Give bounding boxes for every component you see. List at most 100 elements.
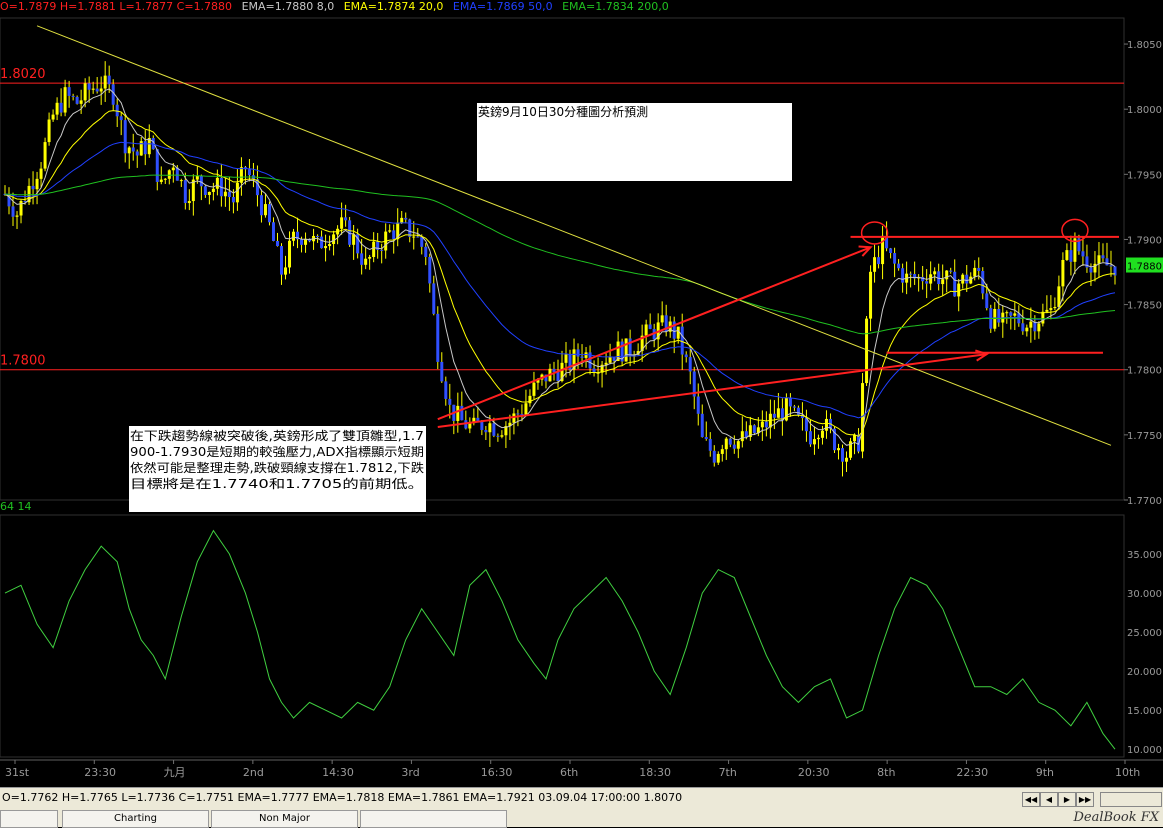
candle-body bbox=[432, 283, 436, 314]
price-tick-label: 1.8000 bbox=[1127, 105, 1162, 116]
price-tick-label: 1.7950 bbox=[1127, 170, 1162, 181]
tab-non-major[interactable]: Non Major bbox=[211, 810, 358, 828]
time-tick-label: 3rd bbox=[401, 766, 419, 779]
price-tick-label: 1.7900 bbox=[1127, 235, 1162, 246]
candle-body bbox=[1029, 321, 1033, 328]
candle-body bbox=[877, 257, 881, 265]
price-tick-label: 1.7700 bbox=[1127, 496, 1162, 507]
candle-body bbox=[235, 182, 239, 203]
candle-body bbox=[267, 204, 271, 223]
candle-body bbox=[55, 102, 59, 115]
adx-tick-label: 15.000 bbox=[1127, 706, 1162, 717]
candle-body bbox=[79, 100, 83, 104]
candle-body bbox=[949, 270, 953, 272]
scroll-start-button[interactable]: ◀◀ bbox=[1022, 792, 1040, 807]
tab-blank-1[interactable] bbox=[0, 810, 58, 828]
annotation-text-line: 依然可能是整理走勢,跌破頸線支撐在1.7812,下跌 bbox=[130, 460, 424, 475]
candle-body bbox=[688, 357, 692, 372]
title-box-text: 英鎊9月10日30分種圖分析預測 bbox=[478, 104, 648, 119]
candle-body bbox=[131, 147, 135, 152]
candle-body bbox=[1021, 323, 1025, 332]
candle-body bbox=[11, 206, 15, 217]
candle-body bbox=[424, 246, 428, 257]
candle-body bbox=[700, 413, 704, 438]
candle-body bbox=[752, 425, 756, 434]
candle-body bbox=[1045, 309, 1049, 312]
candle-body bbox=[512, 413, 516, 423]
scroll-left-button[interactable]: ◀ bbox=[1040, 792, 1058, 807]
candle-body bbox=[680, 326, 684, 355]
candle-body bbox=[1065, 250, 1069, 260]
candle-body bbox=[135, 151, 139, 156]
annotation-text-line: 目標將是在1.7740和1.7705的前期低。 bbox=[130, 476, 424, 491]
time-tick-label: 20:30 bbox=[798, 766, 830, 779]
candle-body bbox=[159, 179, 163, 182]
candle-body bbox=[123, 120, 127, 154]
candle-body bbox=[760, 421, 764, 428]
current-price-label: 1.7880 bbox=[1127, 262, 1162, 273]
candle-body bbox=[873, 257, 877, 272]
candle-body bbox=[31, 185, 35, 190]
candle-body bbox=[556, 371, 560, 382]
chart-canvas[interactable]: 1.8020 1.7800 1.8050 1.8000 1.7950 1.7900 1.7… bbox=[0, 0, 1163, 827]
candle-body bbox=[1089, 267, 1093, 273]
candle-body bbox=[231, 197, 235, 203]
candle-body bbox=[957, 283, 961, 297]
candle-body bbox=[275, 240, 279, 247]
candle-body bbox=[67, 87, 71, 96]
time-tick-label: 九月 bbox=[164, 766, 186, 779]
candle-body bbox=[211, 188, 215, 192]
candle-body bbox=[1105, 258, 1109, 266]
chart-header: O=1.7879 H=1.7881 L=1.7877 C=1.7880 EMA=… bbox=[0, 0, 1163, 18]
candle-body bbox=[127, 147, 131, 154]
candle-body bbox=[163, 178, 167, 180]
ohlc-readout: O=1.7879 H=1.7881 L=1.7877 C=1.7880 bbox=[0, 0, 233, 13]
top-circle-1 bbox=[860, 221, 889, 245]
candle-body bbox=[460, 405, 464, 421]
time-tick-label: 6th bbox=[560, 766, 578, 779]
candle-body bbox=[740, 431, 744, 442]
candle-body bbox=[179, 180, 183, 182]
candle-body bbox=[524, 403, 528, 415]
adx-line bbox=[4, 529, 1116, 750]
candle-body bbox=[985, 293, 989, 309]
candle-body bbox=[628, 338, 632, 357]
time-tick-label: 18:30 bbox=[639, 766, 671, 779]
tab-charting[interactable]: Charting bbox=[62, 810, 209, 828]
ema50-line bbox=[4, 141, 1116, 419]
candle-body bbox=[288, 240, 292, 268]
candle-body bbox=[360, 253, 364, 265]
candle-body bbox=[893, 253, 897, 264]
zoom-button[interactable] bbox=[1100, 792, 1162, 807]
candle-body bbox=[704, 437, 708, 439]
candle-body bbox=[47, 119, 51, 143]
candle-body bbox=[1033, 321, 1037, 332]
candle-body bbox=[684, 354, 688, 358]
tab-blank-2[interactable] bbox=[360, 810, 507, 828]
candle-body bbox=[380, 249, 384, 251]
candle-body bbox=[1097, 255, 1101, 264]
scroll-right-button[interactable]: ▶ bbox=[1058, 792, 1076, 807]
candle-body bbox=[824, 418, 828, 431]
candle-body bbox=[107, 75, 111, 85]
brand-logo: DealBook FX bbox=[1073, 810, 1159, 825]
candle-body bbox=[227, 191, 231, 198]
workspace-tabs: Charting Non Major DealBook FX bbox=[0, 809, 1163, 828]
time-tick-label: 10th bbox=[1115, 766, 1140, 779]
trend-lines bbox=[36, 25, 1119, 446]
candle-body bbox=[909, 273, 913, 275]
candle-body bbox=[580, 356, 584, 358]
level-label: 1.7800 bbox=[0, 354, 46, 369]
price-tick-label: 1.7800 bbox=[1127, 366, 1162, 377]
candle-body bbox=[788, 397, 792, 407]
candle-body bbox=[933, 271, 937, 275]
candle-body bbox=[175, 167, 179, 181]
ema200-readout: EMA=1.7834 200,0 bbox=[562, 0, 669, 13]
candle-body bbox=[941, 279, 945, 285]
scroll-end-button[interactable]: ▶▶ bbox=[1076, 792, 1094, 807]
candle-body bbox=[732, 444, 736, 449]
candle-body bbox=[167, 170, 171, 179]
candle-body bbox=[965, 274, 969, 284]
ema50-readout: EMA=1.7869 50,0 bbox=[452, 0, 553, 13]
candle-body bbox=[500, 435, 504, 437]
